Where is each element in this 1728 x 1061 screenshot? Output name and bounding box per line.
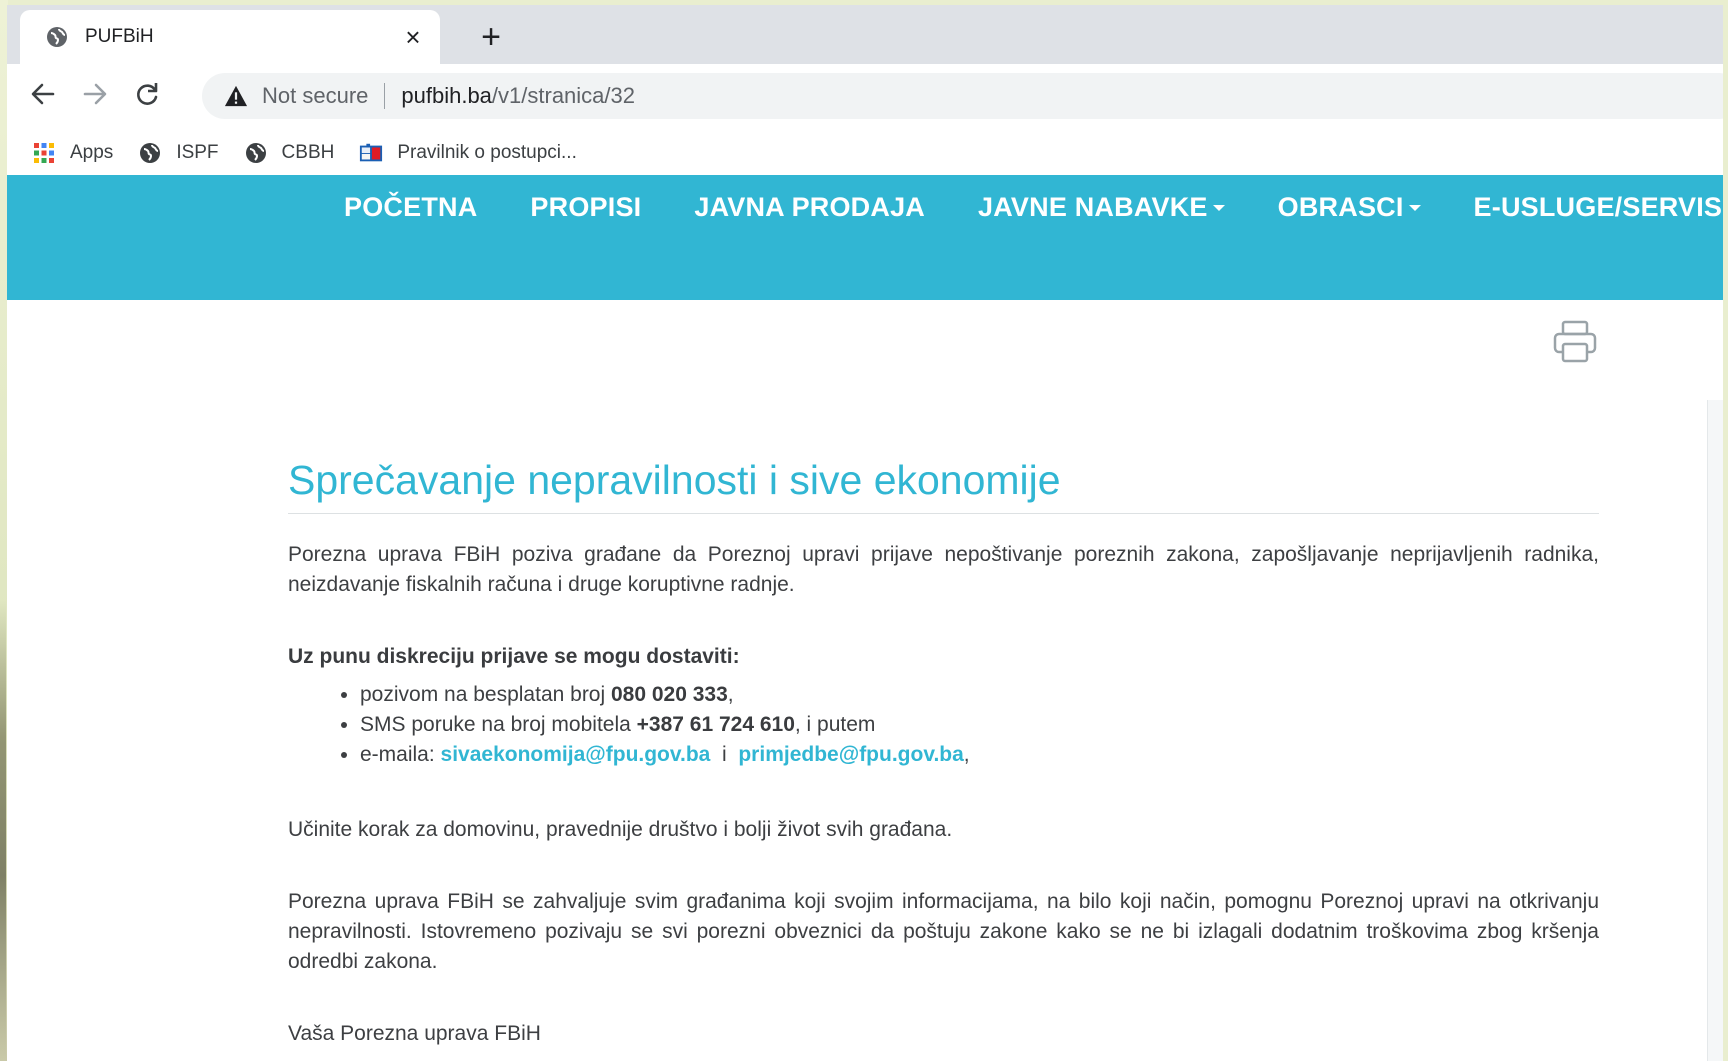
reload-icon (137, 83, 158, 105)
list-item: e-maila: sivaekonomija@fpu.gov.ba i prim… (360, 740, 1599, 770)
nav-item-pocetna[interactable]: POČETNA (344, 192, 477, 223)
address-separator (384, 83, 386, 109)
document-icon (359, 141, 383, 165)
phone-number: 080 020 333 (611, 683, 728, 706)
printer-icon (1553, 320, 1597, 363)
bookmark-label: ISPF (176, 141, 219, 163)
page-content: Sprečavanje nepravilnosti i sive ekonomi… (7, 300, 1723, 1061)
title-divider (288, 513, 1599, 514)
bookmark-label: CBBH (281, 141, 335, 163)
email-link-primjedbe[interactable]: primjedbe@fpu.gov.ba (738, 743, 963, 766)
contact-list: pozivom na besplatan broj 080 020 333, S… (288, 680, 1599, 770)
apps-grid-icon (32, 141, 56, 165)
thanks-paragraph: Porezna uprava FBiH se zahvaljuje svim g… (288, 890, 1599, 973)
close-icon[interactable]: × (398, 22, 428, 52)
caret-down-icon (1212, 204, 1225, 211)
bookmark-pravilnik[interactable]: Pravilnik o postupci... (359, 141, 577, 165)
intro-paragraph: Porezna uprava FBiH poziva građane da Po… (288, 543, 1599, 596)
list-item: SMS poruke na broj mobitela +387 61 724 … (360, 710, 1599, 740)
nav-item-obrasci[interactable]: OBRASCI (1278, 192, 1421, 223)
nav-item-propisi[interactable]: PROPISI (530, 192, 641, 223)
page-title: Sprečavanje nepravilnosti i sive ekonomi… (288, 457, 1061, 504)
browser-window: PUFBiH × + Not secure pufbih.ba/v1/stran… (7, 5, 1723, 1061)
mobile-number: +387 61 724 610 (636, 713, 795, 736)
nav-item-javne-nabavke[interactable]: JAVNE NABAVKE (978, 192, 1225, 223)
article-body: Porezna uprava FBiH poziva građane da Po… (288, 540, 1599, 1049)
bookmark-cbbh[interactable]: CBBH (244, 141, 335, 165)
nav-item-javna-prodaja[interactable]: JAVNA PRODAJA (694, 192, 925, 223)
site-navigation: POČETNA PROPISI JAVNA PRODAJA JAVNE NABA… (7, 175, 1723, 300)
url-text[interactable]: pufbih.ba/v1/stranica/32 (401, 83, 635, 109)
browser-toolbar: Not secure pufbih.ba/v1/stranica/32 (7, 64, 1723, 130)
url-path: /v1/stranica/32 (491, 83, 635, 108)
side-panel-edge (1707, 400, 1723, 1061)
call-paragraph: Učinite korak za domovinu, pravednije dr… (288, 818, 953, 841)
list-item: pozivom na besplatan broj 080 020 333, (360, 680, 1599, 710)
signature: Vaša Porezna uprava FBiH (288, 1022, 541, 1045)
bookmark-apps[interactable]: Apps (32, 141, 113, 165)
bookmark-label: Apps (70, 141, 114, 163)
new-tab-button[interactable]: + (473, 18, 509, 56)
globe-icon (138, 141, 162, 165)
back-button[interactable] (23, 74, 63, 114)
bookmark-ispf[interactable]: ISPF (138, 141, 219, 165)
tab-title: PUFBiH (85, 26, 154, 47)
globe-icon (46, 26, 68, 48)
browser-tab[interactable]: PUFBiH × (20, 10, 440, 64)
arrow-left-icon (31, 83, 55, 105)
email-link-siva-ekonomija[interactable]: sivaekonomija@fpu.gov.ba (441, 743, 711, 766)
forward-button[interactable] (75, 74, 115, 114)
url-host: pufbih.ba (401, 83, 492, 108)
security-label[interactable]: Not secure (262, 83, 368, 109)
main-menu: POČETNA PROPISI JAVNA PRODAJA JAVNE NABA… (344, 192, 1723, 223)
lead-paragraph: Uz punu diskreciju prijave se mogu dosta… (288, 645, 740, 668)
bookmarks-bar: Apps ISPF CBBH Pravilnik o postupci... (7, 130, 1723, 175)
print-button[interactable] (1552, 320, 1598, 364)
nav-item-e-usluge-servisi[interactable]: E-USLUGE/SERVISI (1474, 192, 1723, 223)
warning-icon[interactable] (224, 84, 248, 108)
caret-down-icon (1408, 204, 1421, 211)
tab-strip: PUFBiH × + (7, 5, 1723, 64)
reload-button[interactable] (127, 74, 167, 114)
address-bar[interactable]: Not secure pufbih.ba/v1/stranica/32 (202, 73, 1723, 119)
bookmark-label: Pravilnik o postupci... (397, 141, 577, 163)
arrow-right-icon (83, 83, 107, 105)
globe-icon (244, 141, 268, 165)
